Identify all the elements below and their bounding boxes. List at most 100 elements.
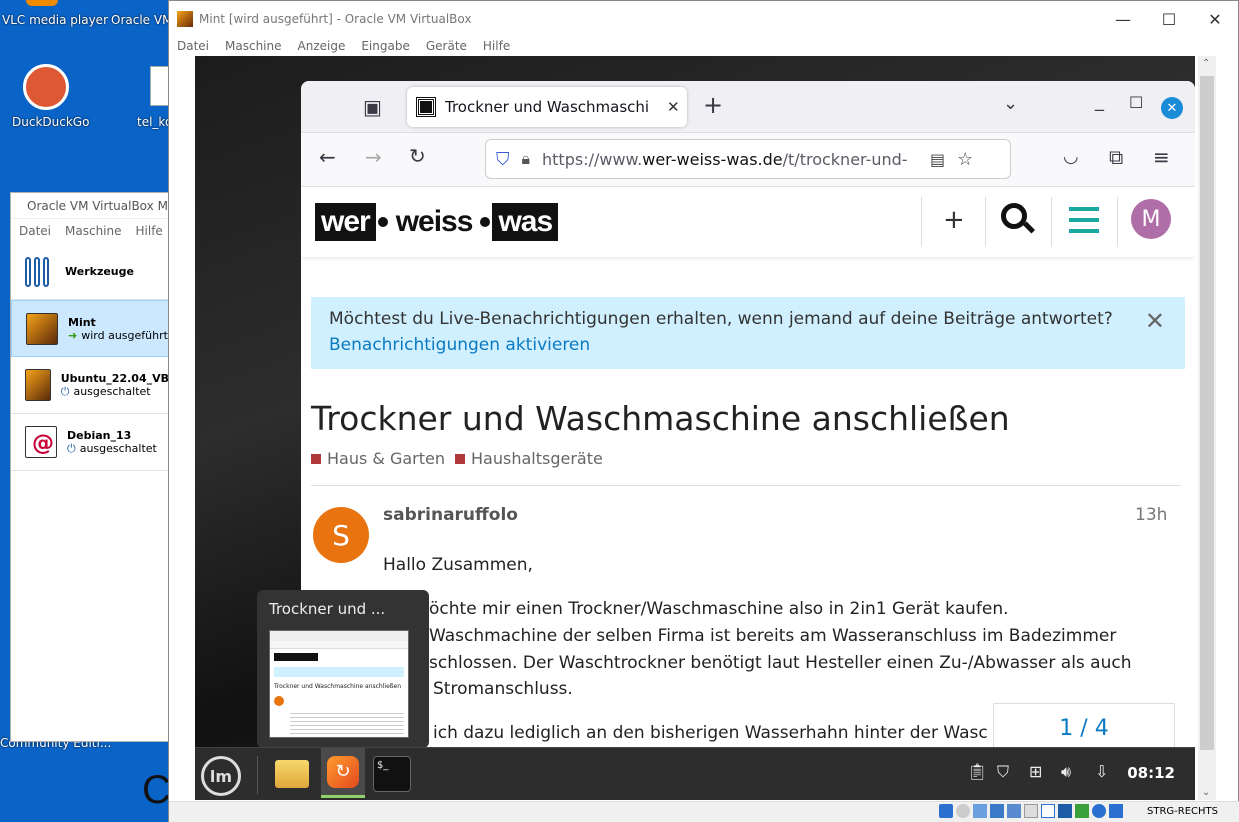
- banner-action-link[interactable]: Benachrichtigungen aktivieren: [329, 335, 1167, 355]
- plus-icon[interactable]: +: [943, 205, 965, 235]
- network-icon[interactable]: ⊞: [1029, 762, 1042, 781]
- manager-menu-maschine[interactable]: Maschine: [65, 224, 121, 238]
- mouse-integration-icon[interactable]: [1092, 804, 1106, 818]
- display-icon[interactable]: [1041, 804, 1055, 818]
- manager-title: Oracle VM VirtualBox Ma: [27, 198, 176, 213]
- network-status-icon[interactable]: [990, 804, 1004, 818]
- preview-thumbnail[interactable]: Trockner und Waschmaschine anschließen: [269, 630, 409, 738]
- virtualbox-manager-window[interactable]: Oracle VM VirtualBox Ma Datei Maschine H…: [10, 192, 175, 742]
- files-icon[interactable]: [275, 760, 309, 788]
- maximize-icon[interactable]: ☐: [1129, 93, 1143, 112]
- category-list: Haus & Garten Haushaltsgeräte: [311, 449, 603, 468]
- notification-banner: Möchtest du Live-Benachrichtigungen erha…: [311, 297, 1185, 369]
- shield-icon[interactable]: ⛉: [997, 762, 1009, 782]
- maximize-button[interactable]: ☐: [1146, 1, 1192, 37]
- vm-menu-geraete[interactable]: Geräte: [426, 39, 467, 53]
- vm-menubar: Datei Maschine Anzeige Eingabe Geräte Hi…: [169, 37, 1238, 55]
- close-banner-icon[interactable]: ✕: [1145, 307, 1165, 335]
- desktop-label-vlc[interactable]: VLC media player: [2, 13, 108, 27]
- firefox-window[interactable]: ▣ Trockner und Waschmaschi ✕ + ⌄ _ ☐ ✕ ←…: [301, 81, 1195, 747]
- extensions-icon[interactable]: ⧉: [1109, 145, 1123, 169]
- guest-screen[interactable]: ▣ Trockner und Waschmaschi ✕ + ⌄ _ ☐ ✕ ←…: [195, 56, 1195, 800]
- desktop-label-duckduckgo[interactable]: DuckDuckGo: [12, 115, 89, 129]
- forward-icon[interactable]: →: [365, 145, 382, 169]
- debian-os-icon: @: [25, 426, 57, 458]
- pocket-icon[interactable]: ◡: [1063, 146, 1079, 167]
- recording-icon[interactable]: [1058, 804, 1072, 818]
- site-favicon-icon: [416, 97, 436, 117]
- duckduckgo-icon[interactable]: [23, 64, 69, 110]
- manager-menu-hilfe[interactable]: Hilfe: [136, 224, 163, 238]
- terminal-icon[interactable]: $_: [373, 756, 411, 792]
- close-button[interactable]: ✕: [1192, 1, 1238, 37]
- back-icon[interactable]: ←: [319, 145, 336, 169]
- vm-menu-maschine[interactable]: Maschine: [225, 39, 281, 53]
- vm-menu-hilfe[interactable]: Hilfe: [483, 39, 510, 53]
- post-progress-counter[interactable]: 1 / 4: [993, 703, 1175, 747]
- url-text[interactable]: https://www.wer-weiss-was.de/t/trockner-…: [542, 150, 918, 169]
- post-line: Stromanschluss.: [433, 679, 573, 699]
- chevron-down-icon[interactable]: ⌄: [1003, 93, 1018, 114]
- file-icon[interactable]: [150, 66, 170, 106]
- new-tab-icon[interactable]: +: [703, 91, 723, 119]
- post-time[interactable]: 13h: [1135, 505, 1167, 525]
- usb-icon[interactable]: [1007, 804, 1021, 818]
- vbox-desktop-icon[interactable]: C: [142, 768, 171, 813]
- reader-view-icon[interactable]: ▤: [930, 150, 945, 169]
- desktop-label-oracle[interactable]: Oracle VM: [111, 13, 172, 27]
- author-avatar[interactable]: S: [313, 507, 369, 563]
- hdd-icon[interactable]: [939, 804, 953, 818]
- category-link[interactable]: Haushaltsgeräte: [455, 449, 603, 468]
- window-preview-popup[interactable]: Trockner und ... Trockner und Waschmasch…: [257, 590, 429, 748]
- vm-window[interactable]: Mint [wird ausgeführt] - Oracle VM Virtu…: [168, 0, 1239, 822]
- vertical-scrollbar[interactable]: ⌃ ⌄: [1198, 56, 1216, 800]
- vm-item-debian[interactable]: @ Debian_13 ⏻ ausgeschaltet: [11, 414, 169, 471]
- desktop-label-file[interactable]: tel_ko: [137, 115, 172, 129]
- mint-menu-icon[interactable]: lm: [201, 756, 241, 796]
- vm-menu-datei[interactable]: Datei: [177, 39, 209, 53]
- optical-icon[interactable]: [956, 804, 970, 818]
- cpu-icon[interactable]: [1075, 804, 1089, 818]
- url-bar[interactable]: ⛉ 🔒︎ https://www.wer-weiss-was.de/t/troc…: [485, 139, 1011, 179]
- virtualbox-icon: [177, 11, 193, 27]
- vm-item-ubuntu[interactable]: Ubuntu_22.04_VB ⏻ ausgeschaltet: [11, 357, 169, 414]
- vlc-icon[interactable]: [26, 0, 58, 6]
- tools-icon: [25, 255, 55, 287]
- bookmark-star-icon[interactable]: ☆: [957, 149, 973, 170]
- post-line: öchte mir einen Trockner/Waschmaschine a…: [429, 599, 1009, 619]
- vm-name: Ubuntu_22.04_VB: [60, 371, 169, 385]
- category-link[interactable]: Haus & Garten: [311, 449, 445, 468]
- manager-menu-datei[interactable]: Datei: [19, 224, 51, 238]
- vm-window-titlebar[interactable]: Mint [wird ausgeführt] - Oracle VM Virtu…: [169, 1, 1238, 37]
- update-icon[interactable]: ⇩: [1095, 762, 1108, 781]
- tab-close-icon[interactable]: ✕: [667, 98, 680, 116]
- close-icon[interactable]: ✕: [1161, 97, 1183, 119]
- vm-statusbar: STRG-RECHTS: [169, 801, 1239, 822]
- minimize-icon[interactable]: _: [1095, 91, 1104, 112]
- clipboard-icon[interactable]: 📋︎: [967, 762, 987, 781]
- audio-icon[interactable]: [973, 804, 987, 818]
- vm-menu-anzeige[interactable]: Anzeige: [298, 39, 346, 53]
- manager-menubar: Datei Maschine Hilfe: [11, 219, 169, 243]
- tools-item[interactable]: Werkzeuge: [11, 243, 169, 300]
- vm-menu-eingabe[interactable]: Eingabe: [361, 39, 410, 53]
- avatar[interactable]: M: [1131, 199, 1171, 239]
- hamburger-icon[interactable]: [1069, 207, 1099, 233]
- firefox-icon[interactable]: ↻: [321, 748, 365, 798]
- site-logo[interactable]: wer weiss was: [315, 203, 559, 241]
- reload-icon[interactable]: ↻: [409, 144, 426, 168]
- firefox-view-icon[interactable]: ▣: [363, 95, 382, 119]
- vm-item-mint[interactable]: Mint ➜ wird ausgeführt: [11, 300, 169, 357]
- clock[interactable]: 08:12: [1127, 764, 1175, 782]
- host-key-icon[interactable]: [1109, 804, 1123, 818]
- tab-active[interactable]: Trockner und Waschmaschi ✕: [407, 87, 687, 127]
- hamburger-menu-icon[interactable]: ≡: [1153, 145, 1170, 169]
- minimize-button[interactable]: —: [1100, 1, 1146, 37]
- post-line: ich dazu lediglich an den bisherigen Was…: [433, 723, 988, 743]
- power-off-icon: ⏻: [67, 441, 76, 455]
- power-off-icon: ⏻: [60, 384, 70, 398]
- shared-folder-icon[interactable]: [1024, 804, 1038, 818]
- volume-icon[interactable]: 🔊︎: [1061, 762, 1071, 782]
- author-name[interactable]: sabrinaruffolo: [383, 505, 518, 525]
- manager-titlebar[interactable]: Oracle VM VirtualBox Ma: [11, 193, 175, 219]
